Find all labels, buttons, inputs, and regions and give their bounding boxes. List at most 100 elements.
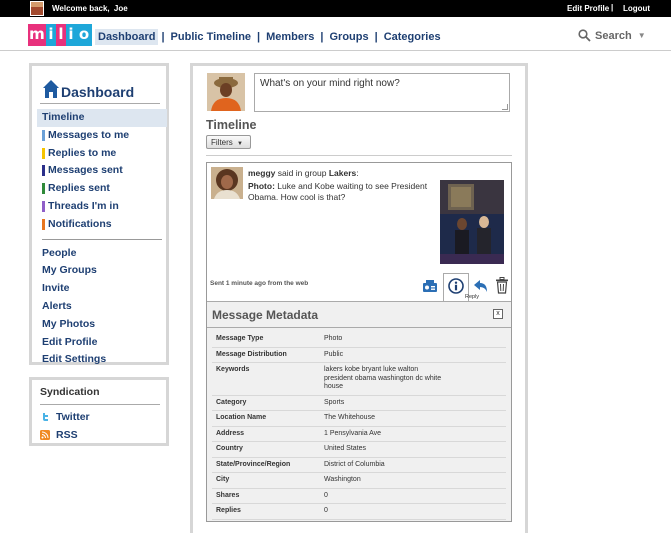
- header: m i l i o Dashboard | Public Timeline | …: [0, 17, 671, 51]
- welcome-label: Welcome back,: [52, 4, 110, 13]
- status-input[interactable]: What's on your mind right now?: [254, 73, 510, 112]
- metadata-divider: [207, 327, 511, 328]
- filters-label: Filters: [211, 138, 233, 147]
- nav-groups[interactable]: Groups: [327, 29, 372, 45]
- message-author-link[interactable]: meggy: [248, 168, 275, 178]
- timeline-divider: [206, 155, 512, 156]
- sidebar-list: Timeline Messages to me Replies to me Me…: [37, 109, 167, 369]
- sidebar-item-label: Messages to me: [48, 129, 129, 141]
- home-icon: [42, 79, 60, 99]
- chevron-down-icon: ▼: [237, 141, 243, 147]
- syndication-title: Syndication: [40, 386, 160, 405]
- sidebar-item-invite[interactable]: Invite: [37, 280, 167, 298]
- logo-letter: l: [56, 24, 66, 46]
- message-body: Photo: Luke and Kobe waiting to see Pres…: [248, 181, 433, 203]
- sidebar-item-messages-to-me[interactable]: Messages to me: [37, 127, 167, 145]
- table-row: Replies0: [212, 504, 506, 520]
- logo-letter: o: [76, 24, 92, 46]
- sidebar-item-threads[interactable]: Threads I'm in: [37, 198, 167, 216]
- message-group-link[interactable]: Lakers: [329, 168, 356, 178]
- metadata-value: United States: [320, 442, 506, 458]
- metadata-value: District of Columbia: [320, 457, 506, 473]
- metadata-key: Shares: [212, 488, 320, 504]
- user-avatar-mini[interactable]: [30, 1, 44, 16]
- metadata-value: The Whitehouse: [320, 411, 506, 427]
- status-placeholder: What's on your mind right now?: [260, 78, 400, 89]
- metadata-value: 0: [320, 504, 506, 520]
- share-icon[interactable]: [422, 279, 438, 293]
- topbar-separator: |: [611, 3, 613, 12]
- rss-link[interactable]: RSS: [40, 429, 78, 441]
- sidebar-item-replies-to-me[interactable]: Replies to me: [37, 145, 167, 163]
- nav-dashboard[interactable]: Dashboard: [95, 29, 158, 45]
- table-row: Address1 Pensylvania Ave: [212, 426, 506, 442]
- sidebar-item-people[interactable]: People: [37, 245, 167, 263]
- sidebar-item-timeline[interactable]: Timeline: [37, 109, 167, 127]
- trash-icon[interactable]: [495, 277, 509, 294]
- header-colon: :: [356, 168, 358, 178]
- sidebar-item-notifications[interactable]: Notifications: [37, 216, 167, 234]
- twitter-label: Twitter: [56, 411, 90, 423]
- sidebar-item-alerts[interactable]: Alerts: [37, 298, 167, 316]
- metadata-value: Photo: [320, 332, 506, 347]
- author-avatar-image: [211, 167, 243, 199]
- filters-dropdown[interactable]: Filters ▼: [206, 135, 251, 149]
- metadata-table: Message TypePhoto Message DistributionPu…: [212, 332, 506, 520]
- current-user-photo[interactable]: [207, 73, 245, 111]
- chevron-down-icon[interactable]: ▼: [638, 31, 646, 40]
- welcome-text: Welcome back, Joe: [52, 4, 128, 13]
- magnifier-icon: [578, 29, 591, 42]
- sidebar-item-my-photos[interactable]: My Photos: [37, 316, 167, 334]
- sidebar-item-label: Notifications: [48, 218, 112, 230]
- nav-members[interactable]: Members: [263, 29, 317, 45]
- metadata-key: Location Name: [212, 411, 320, 427]
- resize-grip-icon[interactable]: [502, 104, 508, 110]
- sidebar-title: Dashboard: [40, 76, 160, 104]
- nav-categories[interactable]: Categories: [381, 29, 444, 45]
- nav-separator: |: [320, 31, 323, 43]
- main-nav: Dashboard | Public Timeline | Members | …: [95, 29, 444, 45]
- table-row: Location NameThe Whitehouse: [212, 411, 506, 427]
- user-photo-image: [207, 73, 245, 111]
- nav-separator: |: [161, 31, 164, 43]
- sidebar-divider: [42, 239, 162, 240]
- reply-icon[interactable]: [473, 278, 489, 294]
- search-label: Search: [595, 30, 632, 42]
- twitter-link[interactable]: Twitter: [40, 411, 90, 423]
- sidebar: Dashboard Timeline Messages to me Replie…: [29, 63, 169, 365]
- metadata-key: Category: [212, 395, 320, 411]
- metadata-key: Keywords: [212, 363, 320, 396]
- sidebar-item-edit-settings[interactable]: Edit Settings: [37, 351, 167, 369]
- color-marker: [42, 165, 45, 176]
- timeline-title: Timeline: [206, 118, 256, 132]
- reply-label[interactable]: Reply: [465, 294, 479, 300]
- message-header: meggy said in group Lakers:: [248, 168, 359, 178]
- sidebar-item-replies-sent[interactable]: Replies sent: [37, 180, 167, 198]
- logout-link[interactable]: Logout: [623, 4, 650, 13]
- message-photo[interactable]: [440, 180, 504, 264]
- nav-separator: |: [257, 31, 260, 43]
- sidebar-item-my-groups[interactable]: My Groups: [37, 262, 167, 280]
- table-row: CityWashington: [212, 473, 506, 489]
- logo-letter: i: [46, 24, 56, 46]
- search-button[interactable]: Search ▼: [578, 29, 646, 42]
- metadata-key: City: [212, 473, 320, 489]
- message-item: meggy said in group Lakers: Photo: Luke …: [206, 162, 512, 522]
- message-text: Luke and Kobe waiting to see President O…: [248, 181, 427, 202]
- table-row: CountryUnited States: [212, 442, 506, 458]
- logo-letter: m: [28, 24, 46, 46]
- metadata-key: Message Type: [212, 332, 320, 347]
- metadata-value: Public: [320, 347, 506, 363]
- sidebar-item-label: Replies to me: [48, 147, 116, 159]
- nav-public-timeline[interactable]: Public Timeline: [168, 29, 255, 45]
- edit-profile-link[interactable]: Edit Profile: [567, 4, 609, 13]
- nav-separator: |: [375, 31, 378, 43]
- sidebar-item-messages-sent[interactable]: Messages sent: [37, 162, 167, 180]
- close-icon[interactable]: x: [493, 309, 503, 319]
- miiio-logo[interactable]: m i l i o: [28, 24, 92, 46]
- metadata-value: Washington: [320, 473, 506, 489]
- message-sent-time: Sent 1 minute ago from the web: [210, 280, 308, 287]
- said-in-text: said in group: [278, 168, 327, 178]
- message-author-avatar[interactable]: [211, 167, 243, 199]
- sidebar-item-edit-profile[interactable]: Edit Profile: [37, 334, 167, 352]
